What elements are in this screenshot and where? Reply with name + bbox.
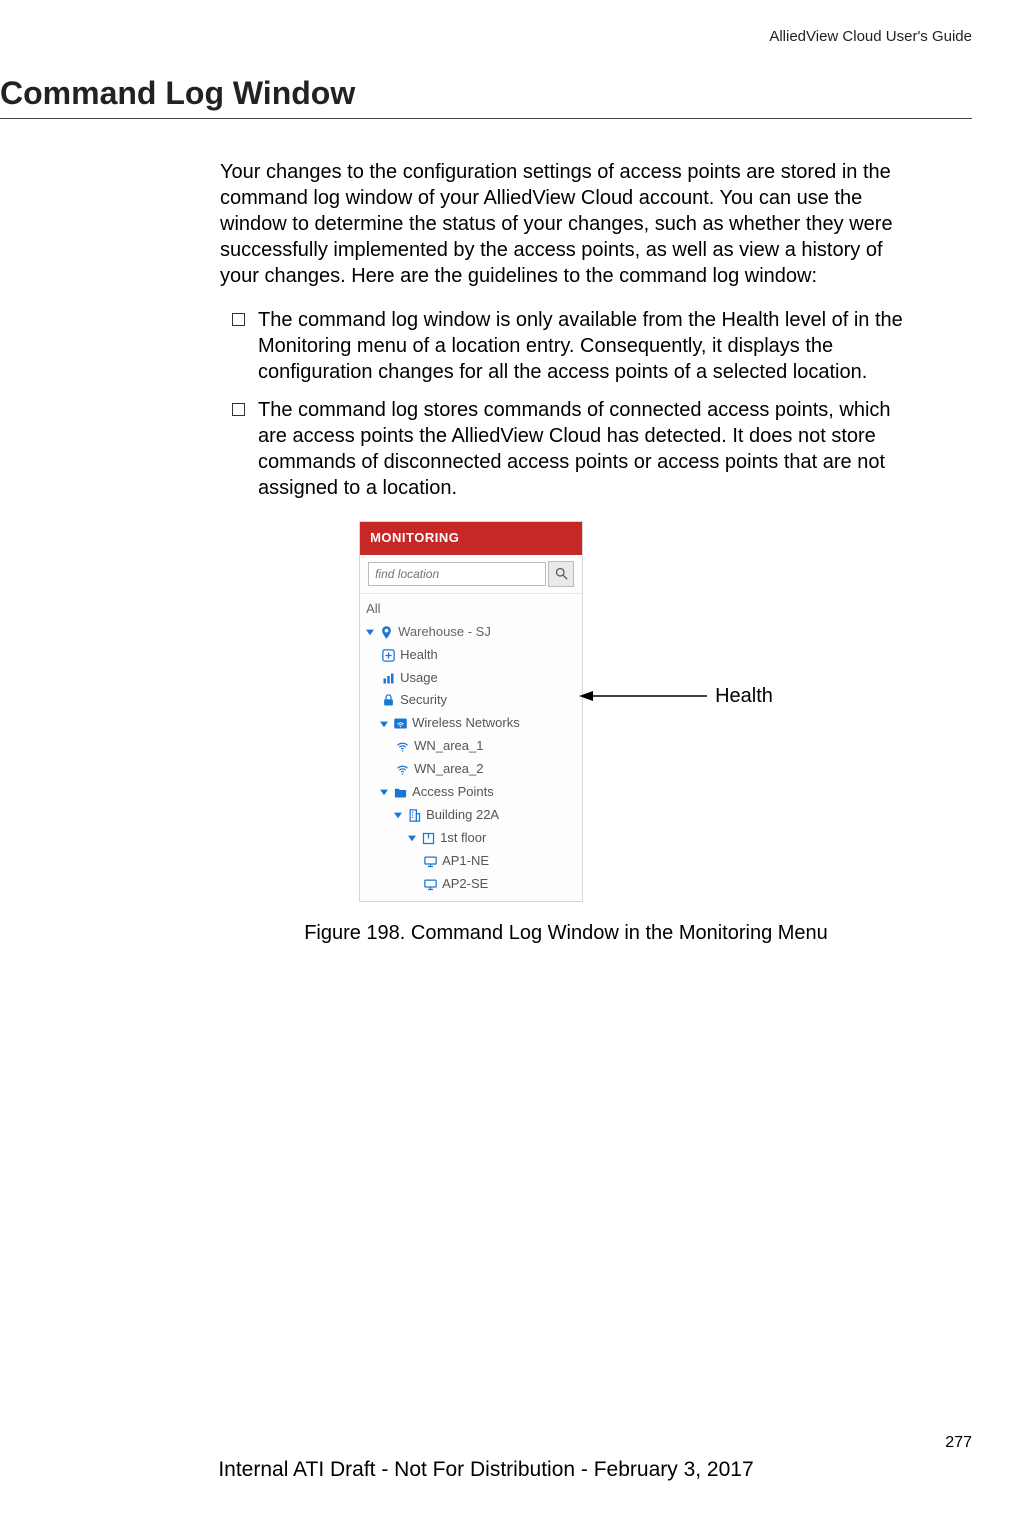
tree-wn2[interactable]: WN_area_2: [366, 758, 582, 781]
tree-label: Access Points: [412, 784, 494, 801]
device-icon: [422, 853, 438, 869]
caret-down-icon: [394, 811, 402, 819]
wifi-icon: [394, 739, 410, 755]
tree-label: WN_area_2: [414, 761, 483, 778]
running-header: AlliedView Cloud User's Guide: [0, 28, 972, 45]
tree-label: AP1-NE: [442, 853, 489, 870]
figure-area: MONITORING All: [220, 521, 912, 946]
tree-ap2[interactable]: AP2-SE: [366, 873, 582, 896]
device-icon: [422, 876, 438, 892]
tree-label: Warehouse - SJ: [398, 624, 491, 641]
wifi-icon: [394, 762, 410, 778]
floor-icon: [420, 830, 436, 846]
search-icon: [553, 566, 569, 582]
intro-paragraph: Your changes to the configuration settin…: [220, 159, 912, 289]
caret-down-icon: [380, 788, 388, 796]
tree-wn1[interactable]: WN_area_1: [366, 735, 582, 758]
lock-icon: [380, 693, 396, 709]
page-number: 277: [0, 1434, 972, 1452]
tree-security[interactable]: Security: [366, 689, 582, 712]
tree-label: WN_area_1: [414, 738, 483, 755]
wifi-folder-icon: [392, 716, 408, 732]
tree-label: Security: [400, 692, 447, 709]
bullet-item: The command log stores commands of conne…: [220, 397, 912, 501]
section-rule: [0, 118, 972, 119]
tree-label: 1st floor: [440, 830, 486, 847]
tree-location[interactable]: Warehouse - SJ: [366, 621, 582, 644]
internal-note: Internal ATI Draft - Not For Distributio…: [0, 1458, 972, 1482]
figure-caption: Figure 198. Command Log Window in the Mo…: [220, 920, 912, 946]
arrow-left-icon: [579, 689, 709, 703]
location-pin-icon: [378, 624, 394, 640]
panel-header: MONITORING: [360, 522, 582, 555]
tree-health[interactable]: Health: [366, 644, 582, 667]
usage-icon: [380, 670, 396, 686]
caret-down-icon: [380, 720, 388, 728]
tree-label: AP2-SE: [442, 876, 488, 893]
health-icon: [380, 647, 396, 663]
tree-floor[interactable]: 1st floor: [366, 827, 582, 850]
tree-all[interactable]: All: [366, 598, 582, 621]
building-icon: [406, 807, 422, 823]
tree-label: Usage: [400, 670, 438, 687]
section-title: Command Log Window: [0, 75, 972, 112]
callout-label: Health: [715, 683, 773, 709]
tree-building[interactable]: Building 22A: [366, 804, 582, 827]
tree-wireless-networks[interactable]: Wireless Networks: [366, 712, 582, 735]
tree-label: Health: [400, 647, 438, 664]
tree-access-points[interactable]: Access Points: [366, 781, 582, 804]
tree: All Warehouse - SJ: [360, 594, 582, 902]
folder-icon: [392, 784, 408, 800]
search-button[interactable]: [548, 561, 574, 587]
tree-label: Wireless Networks: [412, 715, 520, 732]
tree-label: Building 22A: [426, 807, 499, 824]
monitoring-panel: MONITORING All: [359, 521, 583, 902]
caret-down-icon: [366, 628, 374, 636]
callout: Health: [579, 683, 773, 709]
search-input[interactable]: [368, 562, 546, 586]
tree-label: All: [366, 601, 380, 618]
tree-usage[interactable]: Usage: [366, 667, 582, 690]
tree-ap1[interactable]: AP1-NE: [366, 850, 582, 873]
bullet-item: The command log window is only available…: [220, 307, 912, 385]
caret-down-icon: [408, 834, 416, 842]
